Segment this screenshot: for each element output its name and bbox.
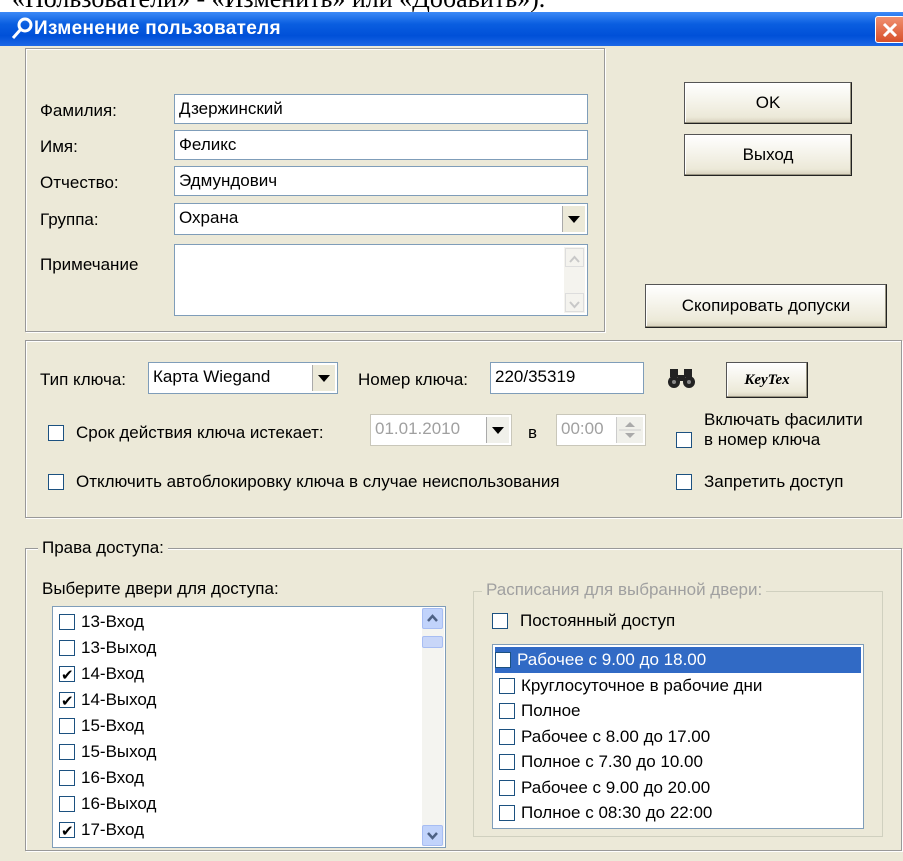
item-checkbox[interactable] — [59, 744, 75, 760]
item-checkbox[interactable] — [59, 819, 75, 845]
scroll-down-icon[interactable] — [565, 293, 584, 312]
item-label: Полное с 08:30 до 22:00 — [521, 803, 713, 822]
expire-time-value: 00:00 — [561, 419, 604, 438]
item-checkbox[interactable] — [499, 779, 515, 796]
item-checkbox[interactable] — [499, 703, 515, 719]
doors-label: Выберите двери для доступа: — [42, 579, 279, 598]
facility-label-line-1: Включать фасилити — [704, 410, 863, 429]
expire-label: Срок действия ключа истекает: — [76, 423, 324, 442]
exit-button[interactable]: Выход — [684, 134, 852, 176]
key-type-label: Тип ключа: — [40, 370, 127, 389]
item-checkbox[interactable] — [59, 718, 75, 734]
item-label: 15-Выход — [81, 742, 157, 761]
deny-access-checkbox[interactable] — [676, 474, 692, 490]
item-label: 16-Вход — [81, 768, 145, 787]
surname-label: Фамилия: — [40, 101, 117, 120]
binoculars-icon[interactable] — [666, 365, 698, 393]
keytex-button[interactable]: KeyTex — [726, 362, 808, 398]
chevron-down-icon[interactable] — [562, 206, 585, 232]
facility-label-line-2: в номер ключа — [704, 430, 821, 449]
key-icon — [11, 17, 33, 39]
title-bar[interactable]: Изменение пользователя — [0, 12, 903, 46]
scroll-thumb[interactable] — [422, 636, 443, 648]
item-checkbox[interactable] — [59, 663, 75, 689]
item-label: Рабочее с 8.00 до 17.00 — [521, 726, 711, 746]
autoblock-label: Отключить автоблокировку ключа в случае … — [76, 472, 560, 491]
deny-access-label: Запретить доступ — [704, 472, 844, 491]
key-type-select[interactable]: Карта Wiegand — [148, 362, 338, 394]
doors-scrollbar[interactable] — [422, 608, 444, 846]
note-label: Примечание — [40, 255, 139, 274]
chevron-down-icon[interactable] — [486, 417, 509, 443]
top-caption: «Пользователи» - «Изменить» или «Добавит… — [0, 0, 903, 12]
item-label: 14-Вход — [81, 664, 145, 683]
chevron-down-icon[interactable] — [312, 365, 335, 391]
name-input[interactable]: Феликс — [174, 130, 588, 160]
permanent-access-checkbox[interactable] — [492, 613, 508, 629]
item-label: Круглосуточное в рабочие дни — [521, 675, 763, 695]
at-label: в — [528, 423, 538, 442]
item-checkbox[interactable] — [59, 640, 75, 656]
item-label: 17-Вход — [81, 820, 145, 839]
item-checkbox[interactable] — [59, 689, 75, 715]
schedules-list[interactable]: Рабочее с 9.00 до 18.00 Круглосуточное в … — [492, 644, 864, 829]
expire-date-picker[interactable]: 01.01.2010 — [370, 414, 512, 446]
window-title: Изменение пользователя — [34, 18, 281, 39]
key-number-label: Номер ключа: — [358, 370, 469, 389]
time-spinner[interactable] — [616, 417, 643, 443]
item-label: 15-Вход — [81, 716, 145, 735]
item-checkbox[interactable] — [495, 652, 511, 668]
note-scrollbar[interactable] — [564, 247, 585, 313]
doors-list[interactable]: 13-Вход 13-Выход 14-Вход 14-Выход 15-Вход 15-… — [52, 606, 446, 848]
scroll-up-icon[interactable] — [565, 248, 584, 267]
close-button[interactable] — [875, 16, 903, 43]
surname-input[interactable]: Дзержинский — [174, 94, 588, 124]
ok-button[interactable]: OK — [684, 82, 852, 124]
expire-time-input[interactable]: 00:00 — [556, 414, 646, 446]
item-label: 13-Выход — [81, 638, 157, 657]
scroll-down-icon[interactable] — [422, 825, 443, 846]
key-number-input[interactable]: 220/35319 — [490, 362, 644, 394]
group-value: Охрана — [179, 208, 239, 227]
item-label: Полное с 7.30 до 10.00 — [521, 752, 703, 771]
item-checkbox[interactable] — [59, 796, 75, 812]
patronymic-input[interactable]: Эдмундович — [174, 166, 588, 196]
group-select[interactable]: Охрана — [174, 203, 588, 235]
item-checkbox[interactable] — [499, 677, 515, 694]
facility-checkbox[interactable] — [676, 432, 692, 448]
item-checkbox[interactable] — [59, 614, 75, 630]
list-item[interactable]: Рабочее с 9.00 до 18.00 — [495, 647, 861, 673]
name-label: Имя: — [40, 137, 78, 156]
expire-checkbox[interactable] — [48, 425, 64, 441]
key-type-value: Карта Wiegand — [153, 367, 271, 386]
autoblock-checkbox[interactable] — [48, 474, 64, 490]
group-label: Группа: — [40, 210, 99, 229]
item-label: 16-Выход — [81, 794, 157, 813]
permanent-access-label: Постоянный доступ — [520, 611, 676, 630]
access-rights-label: Права доступа: — [38, 537, 168, 559]
item-label: Рабочее с 9.00 до 20.00 — [521, 777, 711, 797]
item-label: Рабочее с 9.00 до 18.00 — [517, 650, 707, 669]
patronymic-label: Отчество: — [40, 173, 119, 192]
user-edit-dialog: Изменение пользователя Фамилия: Дзержинс… — [0, 12, 903, 861]
item-label: 13-Вход — [81, 612, 145, 631]
note-textarea[interactable] — [174, 244, 588, 316]
item-checkbox[interactable] — [59, 770, 75, 786]
item-checkbox[interactable] — [499, 728, 515, 745]
item-checkbox[interactable] — [499, 754, 515, 770]
copy-access-button[interactable]: Скопировать допуски — [645, 284, 887, 328]
expire-date-value: 01.01.2010 — [375, 419, 461, 438]
schedule-group-label: Расписания для выбранной двери: — [482, 579, 767, 601]
item-label: Полное — [521, 701, 581, 720]
item-checkbox[interactable] — [499, 805, 515, 821]
item-label: 14-Выход — [81, 690, 157, 709]
scroll-up-icon[interactable] — [422, 608, 443, 629]
close-icon — [882, 22, 898, 38]
